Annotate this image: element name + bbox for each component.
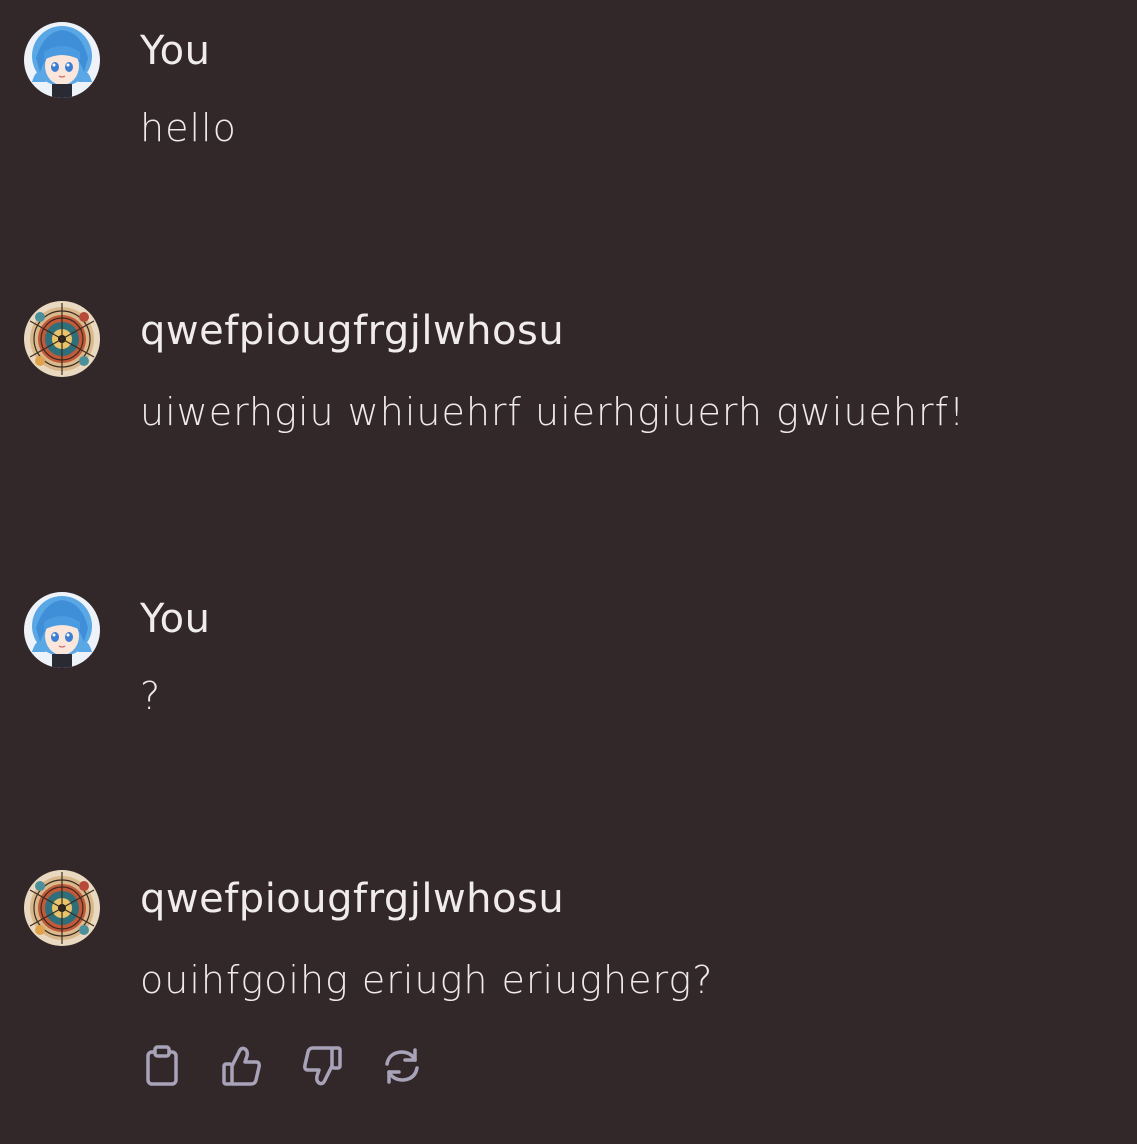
message-author: qwefpiougfrgjlwhosu	[140, 308, 565, 354]
thumbs-up-button[interactable]	[220, 1042, 264, 1090]
bot-avatar	[24, 870, 100, 946]
message-author: You	[140, 28, 211, 74]
thumbs-up-icon	[222, 1046, 261, 1086]
message-text: uiwerhgiu whiuehrf uierhgiuerh gwiuehrf!	[140, 390, 966, 434]
chat-thread: You hello qwefpiougfrgjlwhosu uiwerhgiu …	[0, 0, 1137, 1144]
bot-avatar	[24, 301, 100, 377]
thumbs-down-icon	[303, 1046, 342, 1086]
message-text: hello	[140, 106, 237, 150]
message-author: qwefpiougfrgjlwhosu	[140, 876, 565, 922]
regenerate-button[interactable]	[380, 1042, 424, 1090]
message-actions	[140, 1042, 424, 1090]
message-text: ouihfgoihg eriugh eriugherg?	[140, 958, 714, 1002]
regenerate-icon	[385, 1048, 419, 1084]
thumbs-down-button[interactable]	[300, 1042, 344, 1090]
clipboard-icon	[146, 1045, 178, 1086]
user-avatar	[24, 592, 100, 668]
user-avatar	[24, 22, 100, 98]
message-author: You	[140, 596, 211, 642]
copy-button[interactable]	[140, 1042, 184, 1090]
message-text: ?	[140, 674, 162, 718]
